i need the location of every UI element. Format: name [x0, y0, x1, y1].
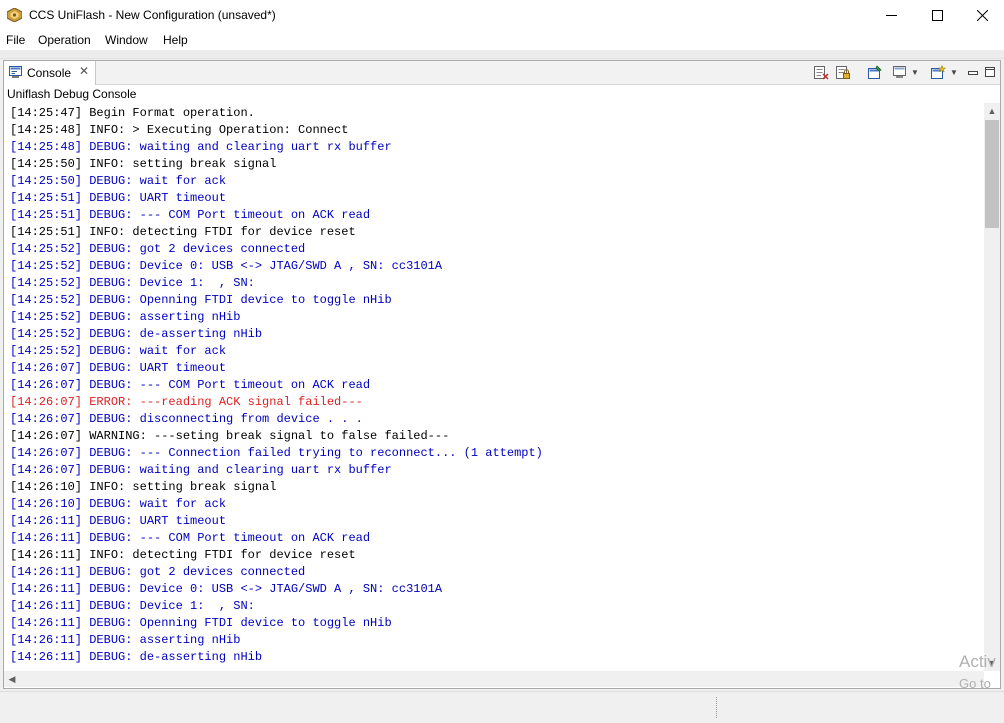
console-log: [14:25:47] Begin Format operation. [14:25…	[10, 105, 543, 666]
console-line-debug: [14:26:11] DEBUG: --- COM Port timeout o…	[10, 531, 371, 545]
console-line-debug: [14:25:52] DEBUG: Device 1: , SN:	[10, 276, 255, 290]
console-line-debug: [14:26:11] DEBUG: de-asserting nHib	[10, 650, 263, 664]
title-bar: CCS UniFlash - New Configuration (unsave…	[0, 0, 1004, 31]
console-line-info: [14:25:47] Begin Format operation.	[10, 106, 255, 120]
horizontal-scrollbar[interactable]: ◀	[4, 671, 984, 687]
display-console-dropdown[interactable]: ▼	[910, 64, 920, 81]
open-console-icon	[931, 65, 946, 79]
menu-bar: File Operation Window Help	[0, 31, 1004, 50]
console-line-debug: [14:26:07] DEBUG: --- Connection failed …	[10, 446, 543, 460]
scroll-lock-button[interactable]	[834, 64, 852, 81]
minimize-icon	[885, 15, 897, 16]
console-line-debug: [14:25:48] DEBUG: waiting and clearing u…	[10, 140, 392, 154]
console-line-debug: [14:26:11] DEBUG: Device 0: USB <-> JTAG…	[10, 582, 443, 596]
clear-console-button[interactable]	[812, 64, 830, 81]
close-icon	[976, 10, 988, 21]
watermark-text: Activ	[959, 652, 996, 671]
close-tab-icon[interactable]: ✕	[79, 64, 89, 78]
open-console-button[interactable]	[929, 64, 947, 81]
minimize-view-button[interactable]	[964, 64, 982, 81]
pin-console-icon	[868, 65, 882, 79]
console-line-debug: [14:26:11] DEBUG: got 2 devices connecte…	[10, 565, 306, 579]
menu-window[interactable]: Window	[105, 33, 148, 47]
console-line-debug: [14:25:51] DEBUG: --- COM Port timeout o…	[10, 208, 371, 222]
menu-file[interactable]: File	[6, 33, 25, 47]
status-separator	[716, 697, 719, 718]
maximize-view-button[interactable]	[981, 64, 999, 81]
console-name-label: Uniflash Debug Console	[4, 85, 1000, 103]
console-line-debug: [14:26:11] DEBUG: asserting nHib	[10, 633, 241, 647]
maximize-icon	[931, 10, 943, 21]
uniflash-app-icon	[7, 8, 22, 22]
console-line-error: [14:26:07] ERROR: ---reading ACK signal …	[10, 395, 363, 409]
console-line-debug: [14:26:07] DEBUG: UART timeout	[10, 361, 227, 375]
minimize-view-icon	[967, 71, 978, 75]
console-line-debug: [14:26:11] DEBUG: UART timeout	[10, 514, 227, 528]
console-line-debug: [14:25:52] DEBUG: got 2 devices connecte…	[10, 242, 306, 256]
toolbar-strip	[0, 50, 1004, 59]
console-line-debug: [14:25:52] DEBUG: Device 0: USB <-> JTAG…	[10, 259, 443, 273]
view-tab-bar: Console ✕ ▼ ▼	[4, 61, 1000, 85]
console-line-info: [14:26:10] INFO: setting break signal	[10, 480, 277, 494]
console-line-debug: [14:26:11] DEBUG: Device 1: , SN:	[10, 599, 255, 613]
scroll-lock-icon	[836, 66, 850, 79]
clear-console-icon	[814, 66, 829, 80]
chevron-down-icon: ▼	[911, 68, 919, 77]
console-line-info: [14:25:51] INFO: detecting FTDI for devi…	[10, 225, 356, 239]
console-line-debug: [14:26:07] DEBUG: --- COM Port timeout o…	[10, 378, 371, 392]
chevron-down-icon: ▼	[950, 68, 958, 77]
console-line-debug: [14:26:11] DEBUG: Openning FTDI device t…	[10, 616, 392, 630]
console-line-info: [14:25:50] INFO: setting break signal	[10, 157, 277, 171]
scroll-left-arrow-icon[interactable]: ◀	[4, 671, 20, 687]
console-icon	[9, 66, 22, 78]
console-line-debug: [14:25:50] DEBUG: wait for ack	[10, 174, 227, 188]
close-button[interactable]	[959, 0, 1004, 31]
console-output[interactable]: [14:25:47] Begin Format operation. [14:25…	[4, 103, 984, 671]
console-line-debug: [14:26:10] DEBUG: wait for ack	[10, 497, 227, 511]
maximize-button[interactable]	[914, 0, 960, 31]
tab-console[interactable]: Console ✕	[4, 61, 96, 85]
display-console-icon	[893, 66, 906, 78]
scroll-up-arrow-icon[interactable]: ▲	[984, 103, 1000, 119]
console-line-info: [14:26:11] INFO: detecting FTDI for devi…	[10, 548, 356, 562]
vertical-scroll-thumb[interactable]	[985, 120, 999, 228]
menu-help[interactable]: Help	[163, 33, 188, 47]
status-bar	[0, 691, 1004, 723]
console-line-debug: [14:25:52] DEBUG: asserting nHib	[10, 310, 241, 324]
display-console-button[interactable]	[891, 64, 909, 81]
console-line-warning: [14:26:07] WARNING: ---seting break sign…	[10, 429, 450, 443]
console-line-debug: [14:25:52] DEBUG: Openning FTDI device t…	[10, 293, 392, 307]
console-line-debug: [14:26:07] DEBUG: waiting and clearing u…	[10, 463, 392, 477]
console-line-debug: [14:25:52] DEBUG: de-asserting nHib	[10, 327, 263, 341]
console-name: Uniflash Debug Console	[7, 87, 137, 101]
console-line-info: [14:25:48] INFO: > Executing Operation: …	[10, 123, 349, 137]
console-view: Console ✕ ▼ ▼ Uniflash Debug Console [14…	[3, 60, 1001, 689]
vertical-scrollbar[interactable]: ▲ ▼	[984, 103, 1000, 671]
maximize-view-icon	[984, 67, 995, 77]
watermark-text-2: Go to	[959, 676, 991, 691]
window-title: CCS UniFlash - New Configuration (unsave…	[29, 8, 276, 22]
console-line-debug: [14:26:07] DEBUG: disconnecting from dev…	[10, 412, 363, 426]
menu-operation[interactable]: Operation	[38, 33, 91, 47]
tab-console-label: Console	[27, 66, 72, 80]
open-console-dropdown[interactable]: ▼	[949, 64, 959, 81]
console-line-debug: [14:25:51] DEBUG: UART timeout	[10, 191, 227, 205]
pin-console-button[interactable]	[866, 64, 884, 81]
minimize-button[interactable]	[868, 0, 914, 31]
console-line-debug: [14:25:52] DEBUG: wait for ack	[10, 344, 227, 358]
